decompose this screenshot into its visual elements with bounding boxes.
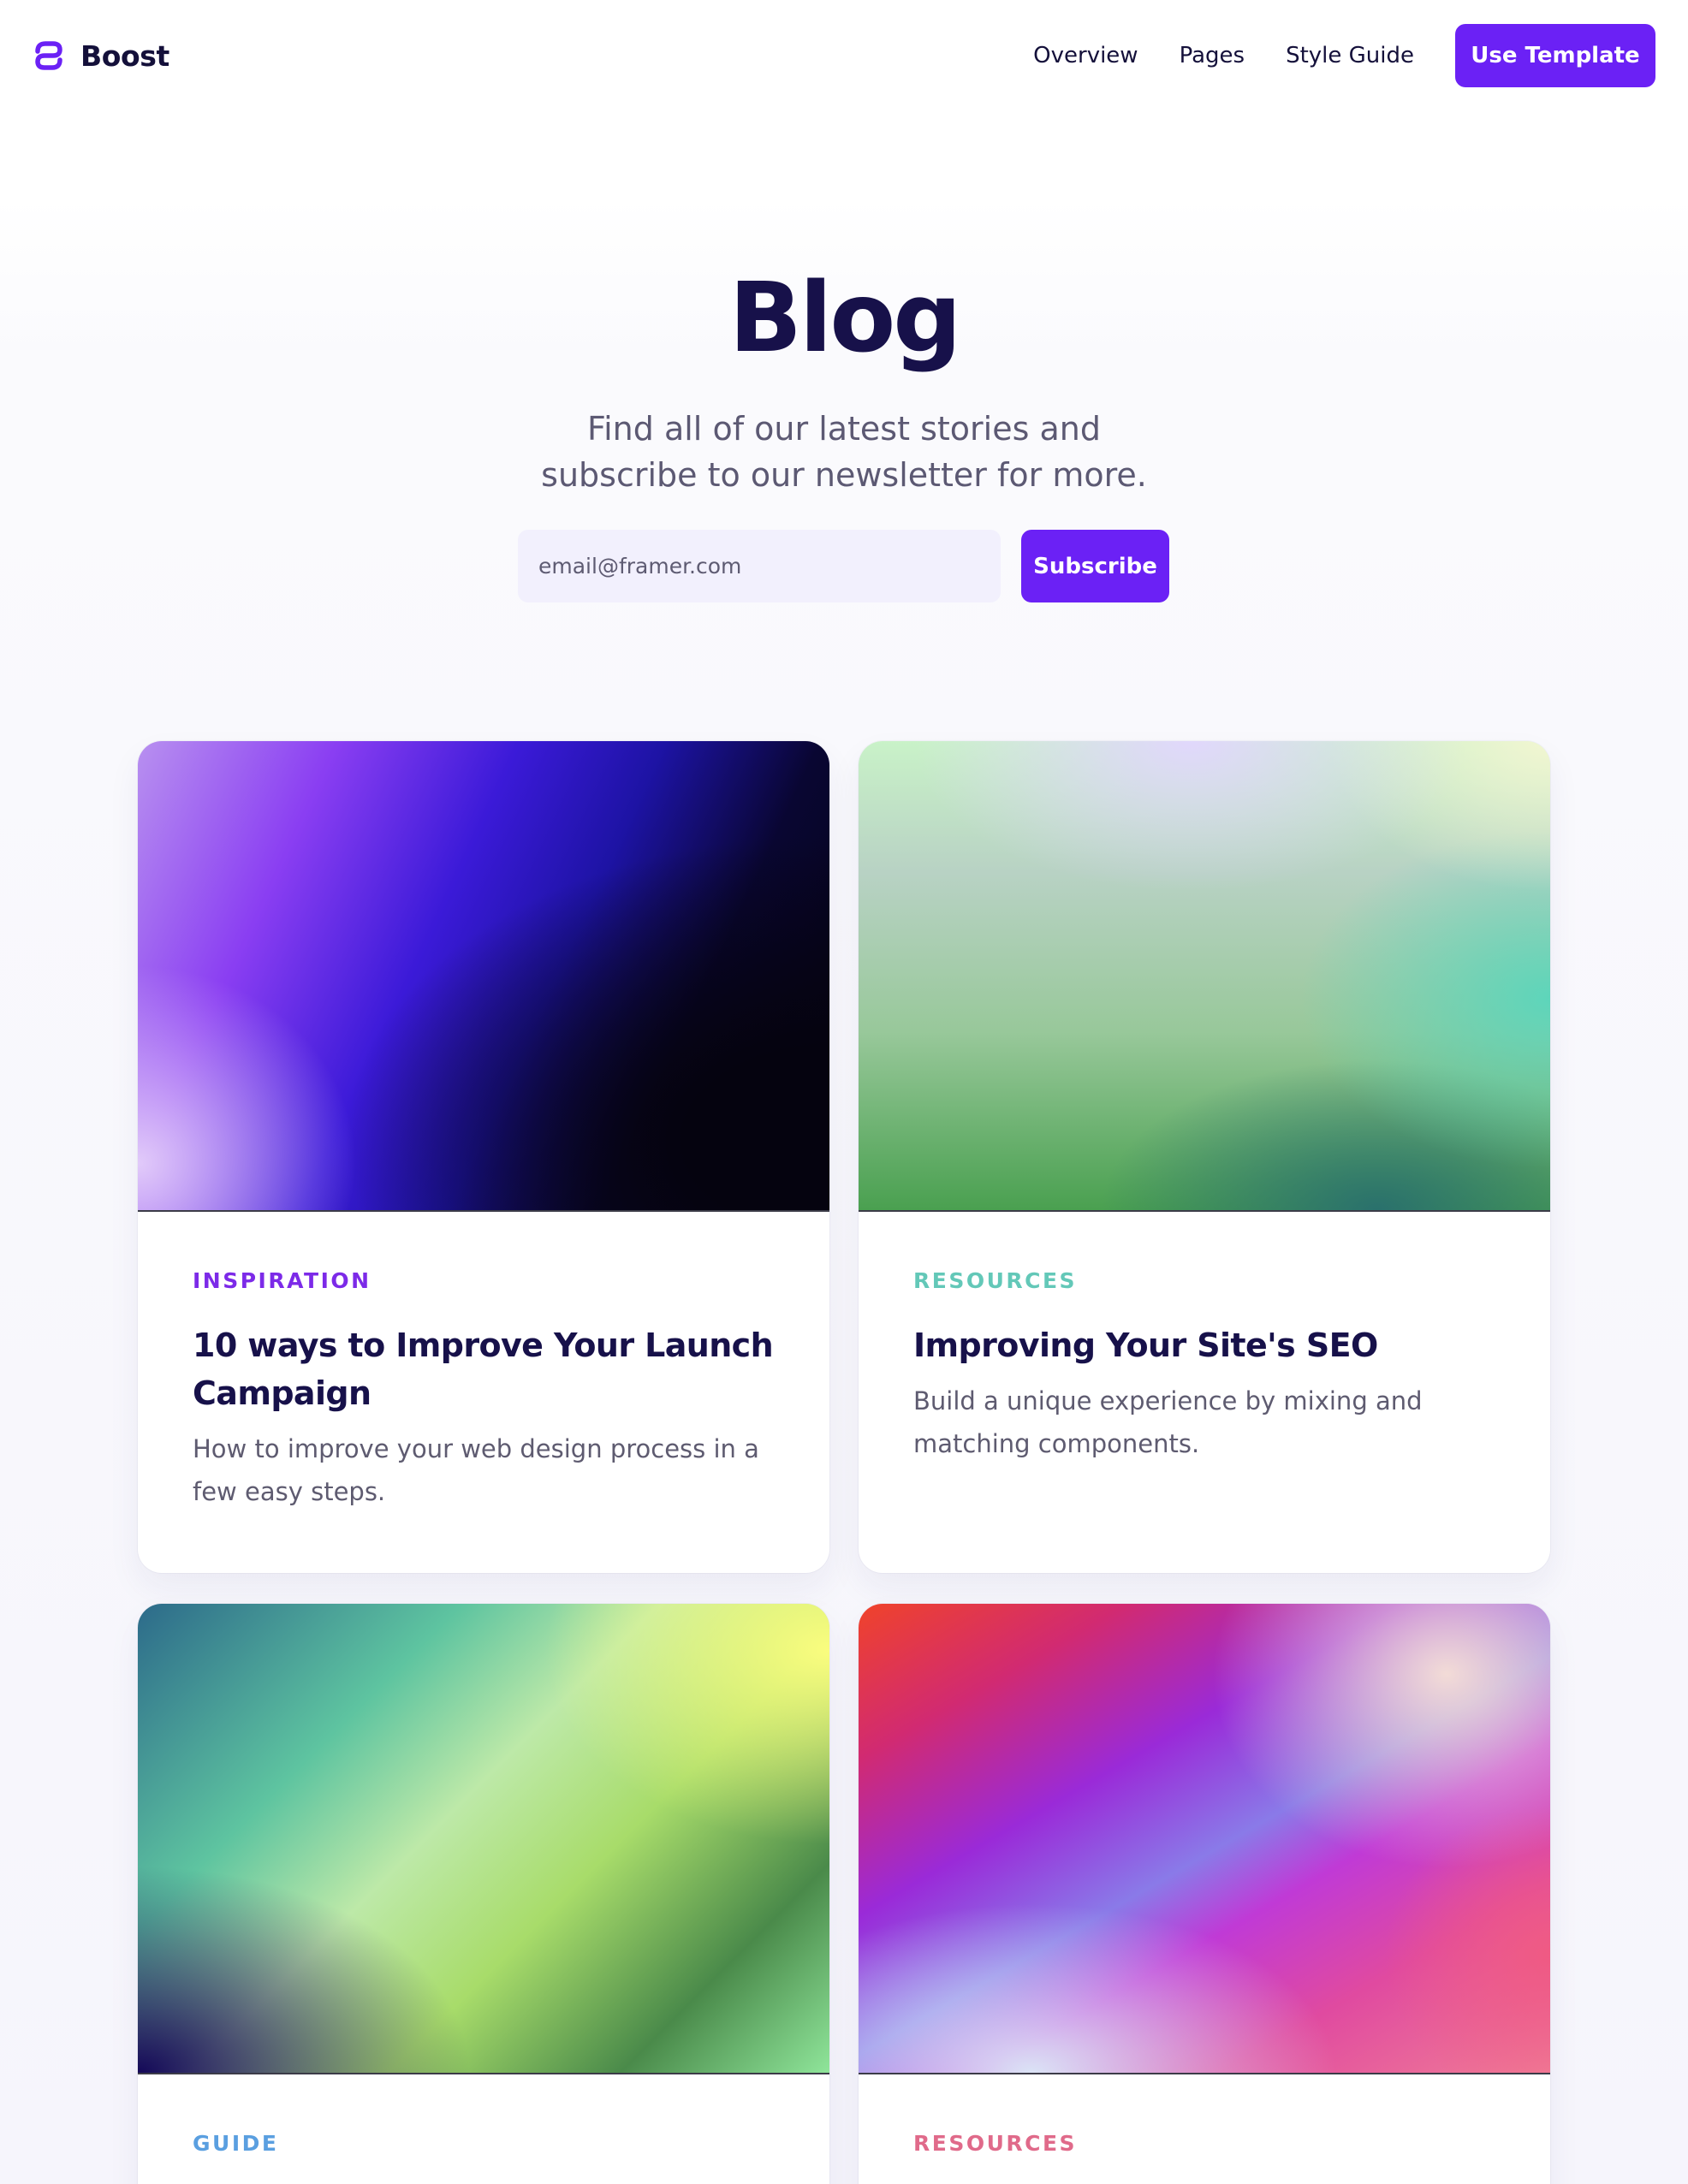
card-cover-image	[138, 1604, 829, 2074]
card-category-tag: INSPIRATION	[193, 1268, 371, 1293]
card-cover-image	[859, 1604, 1550, 2074]
card-cover-image	[859, 741, 1550, 1212]
card-category-tag: RESOURCES	[913, 2131, 1078, 2156]
card-body: GUIDE	[138, 2074, 829, 2184]
card-cover-image	[138, 741, 829, 1212]
card-description: How to improve your web design process i…	[193, 1434, 759, 1506]
page: Boost Overview Pages Style Guide Use Tem…	[0, 0, 1688, 2184]
page-title: Blog	[728, 263, 962, 374]
card-description: Build a unique experience by mixing and …	[913, 1386, 1423, 1458]
blog-card[interactable]: INSPIRATION 10 ways to Improve Your Laun…	[138, 741, 829, 1573]
hero-subtitle: Find all of our latest stories and subsc…	[502, 406, 1186, 498]
card-body: RESOURCES	[859, 2074, 1550, 2184]
hero-subtitle-line-1: Find all of our latest stories and	[587, 410, 1101, 448]
blog-card[interactable]: RESOURCES	[859, 1604, 1550, 2184]
card-category-tag: GUIDE	[193, 2131, 279, 2156]
nav-link-overview[interactable]: Overview	[1033, 43, 1138, 68]
card-body: RESOURCES Improving Your Site's SEO Buil…	[859, 1212, 1550, 1516]
card-title: Improving Your Site's SEO	[913, 1326, 1378, 1364]
brand-name: Boost	[80, 39, 169, 73]
site-header: Boost Overview Pages Style Guide Use Tem…	[0, 0, 1688, 111]
main-nav: Overview Pages Style Guide Use Template	[1033, 24, 1655, 87]
boost-logo-icon	[35, 41, 62, 70]
subscribe-button[interactable]: Subscribe	[1021, 530, 1169, 602]
hero-subtitle-line-2: subscribe to our newsletter for more.	[541, 456, 1147, 494]
nav-link-pages[interactable]: Pages	[1180, 43, 1245, 68]
newsletter-form: Subscribe	[518, 530, 1169, 602]
blog-card[interactable]: RESOURCES Improving Your Site's SEO Buil…	[859, 741, 1550, 1573]
email-input[interactable]	[518, 530, 1001, 602]
blog-card[interactable]: GUIDE	[138, 1604, 829, 2184]
brand-link[interactable]: Boost	[33, 38, 169, 74]
card-body: INSPIRATION 10 ways to Improve Your Laun…	[138, 1212, 829, 1564]
use-template-button[interactable]: Use Template	[1455, 24, 1655, 87]
card-category-tag: RESOURCES	[913, 1268, 1078, 1293]
card-title: 10 ways to Improve Your Launch Campaign	[193, 1326, 774, 1412]
nav-link-style-guide[interactable]: Style Guide	[1286, 43, 1414, 68]
